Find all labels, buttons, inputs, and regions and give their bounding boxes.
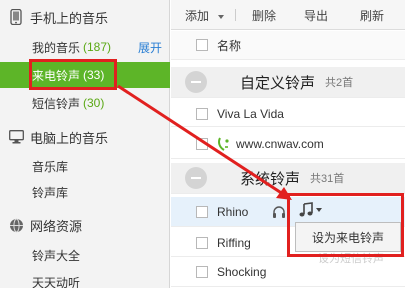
annotation-arrow [117,84,292,200]
